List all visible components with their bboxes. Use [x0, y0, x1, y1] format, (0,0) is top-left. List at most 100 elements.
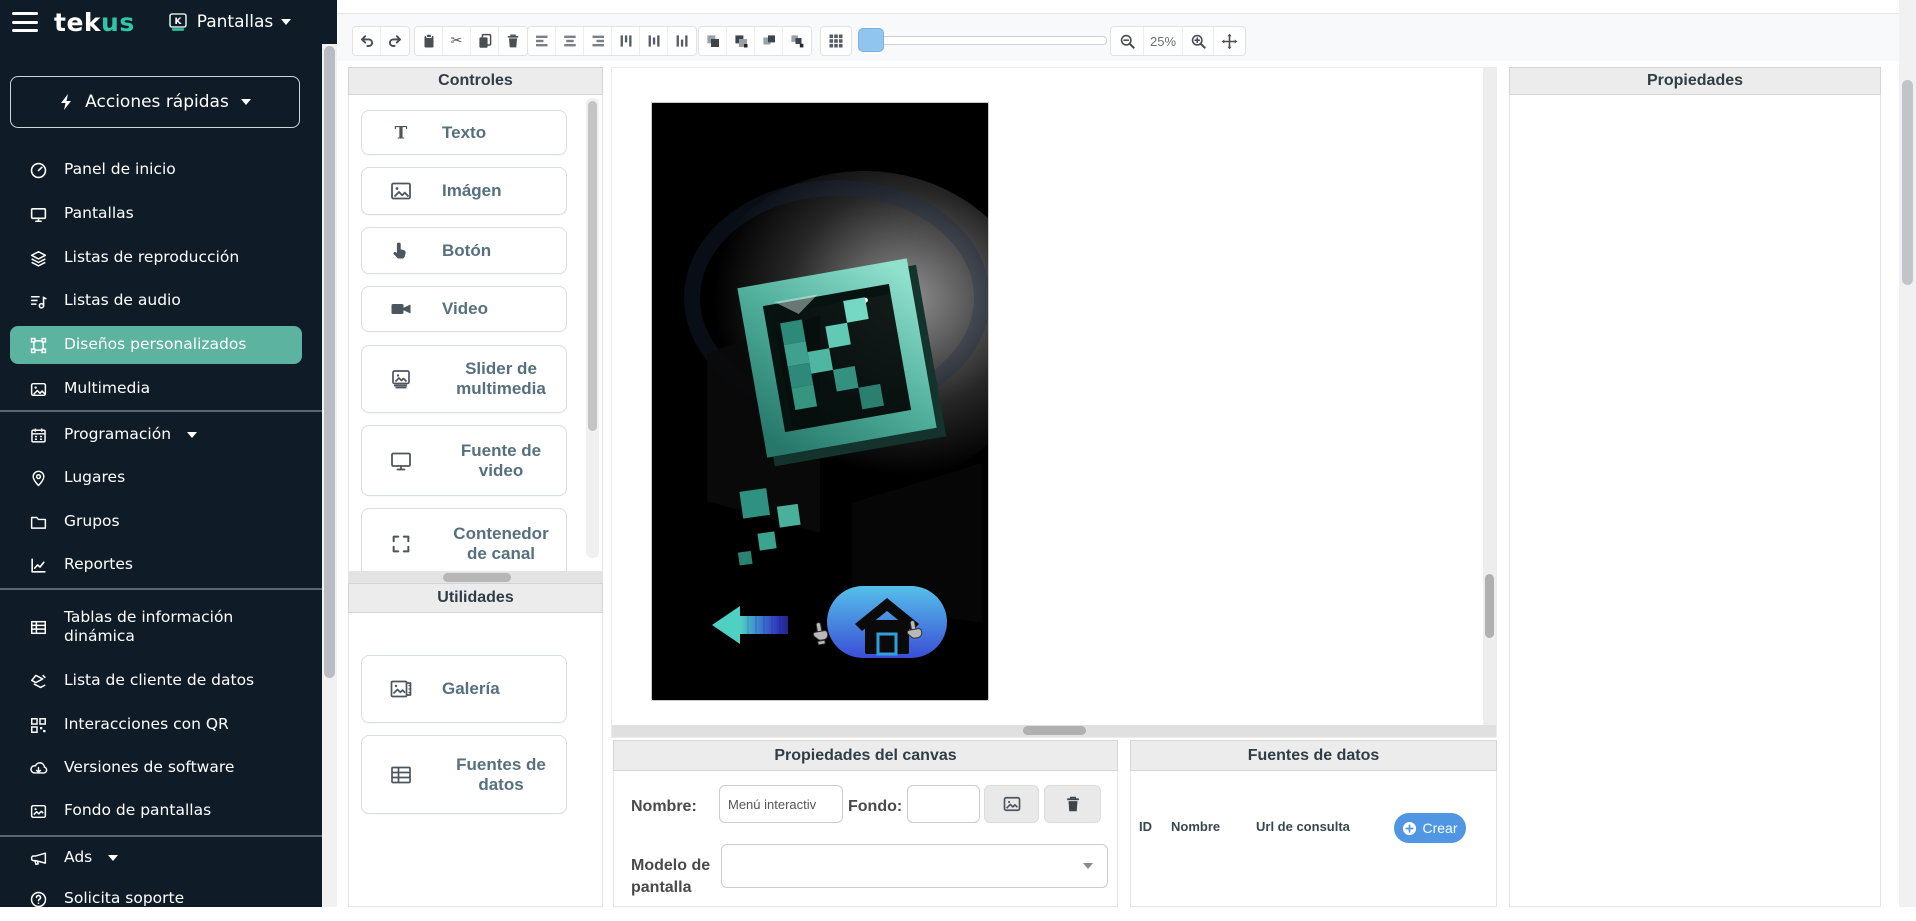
delete-background-button[interactable]: [1044, 785, 1101, 823]
name-input[interactable]: [719, 785, 843, 823]
utility-item-fuentes-datos[interactable]: Fuentes de datos: [361, 735, 567, 814]
sidebar-scrollbar[interactable]: [322, 44, 337, 907]
monitor-k-icon: K: [167, 12, 189, 32]
sidebar-item-programacion[interactable]: Programación: [10, 413, 302, 457]
delete-button[interactable]: [499, 27, 527, 55]
canvas-vscrollbar[interactable]: [1483, 68, 1496, 725]
align-center-button[interactable]: [556, 27, 584, 55]
sidebar-item-disenos-personalizados[interactable]: Diseños personalizados: [10, 326, 302, 364]
bring-forward-button[interactable]: [755, 27, 783, 55]
trash-icon: [1064, 794, 1082, 814]
zoom-out-icon: [1119, 33, 1136, 50]
spreadsheet-icon: [388, 763, 414, 787]
sidebar-item-listas-de-audio[interactable]: Listas de audio: [10, 279, 302, 323]
sidebar-divider: [0, 588, 322, 590]
grid-size-slider-thumb[interactable]: [858, 28, 884, 52]
data-sources-panel: Fuentes de datos ID Nombre Url de consul…: [1130, 740, 1497, 907]
pan-button[interactable]: [1214, 27, 1245, 55]
video-camera-icon: [388, 297, 414, 321]
bring-to-front-button[interactable]: [699, 27, 727, 55]
utility-item-galeria[interactable]: Galería: [361, 655, 567, 723]
redo-button[interactable]: [381, 27, 409, 55]
control-item-fuente-video[interactable]: Fuente de video: [361, 425, 567, 496]
align-middle-button[interactable]: [640, 27, 668, 55]
properties-panel: Propiedades: [1509, 67, 1881, 907]
chart-icon: [28, 555, 48, 575]
chevron-down-icon: [1083, 863, 1093, 869]
sidebar-item-listas-de-reproduccion[interactable]: Listas de reproducción: [10, 236, 302, 280]
control-item-video[interactable]: Video: [361, 286, 567, 332]
canvas-vscrollbar-thumb[interactable]: [1485, 574, 1494, 638]
home-button-element[interactable]: [827, 586, 947, 658]
window-scrollbar[interactable]: [1899, 0, 1916, 907]
sidebar-item-panel-de-inicio[interactable]: Panel de inicio: [10, 148, 302, 192]
canvas-hscrollbar[interactable]: [612, 725, 1496, 737]
k-logo-element: [750, 270, 932, 454]
copy-icon: [477, 33, 493, 49]
sidebar-item-fondo-pantallas[interactable]: Fondo de pantallas: [10, 789, 302, 833]
sidebar-item-reportes[interactable]: Reportes: [10, 543, 302, 587]
paste-icon: [421, 33, 437, 49]
hamburger-menu-icon[interactable]: [12, 12, 38, 32]
sidebar: Acciones rápidas Panel de inicio Pantall…: [0, 44, 322, 907]
align-left-button[interactable]: [528, 27, 556, 55]
grid-toggle-button[interactable]: [821, 27, 851, 55]
copy-button[interactable]: [471, 27, 499, 55]
controls-panel-header: Controles: [348, 67, 603, 95]
sidebar-item-grupos[interactable]: Grupos: [10, 500, 302, 544]
background-input[interactable]: [907, 785, 980, 823]
control-item-slider-multimedia[interactable]: Slider de multimedia: [361, 345, 567, 413]
zoom-out-button[interactable]: [1111, 27, 1144, 55]
controls-hscrollbar[interactable]: [348, 572, 603, 583]
design-canvas[interactable]: [651, 102, 989, 701]
controls-scrollbar-thumb[interactable]: [588, 101, 597, 431]
folder-icon: [28, 512, 48, 532]
context-switcher[interactable]: K Pantallas: [167, 12, 291, 32]
help-circle-icon: [28, 889, 48, 909]
canvas-hscrollbar-thumb[interactable]: [1023, 726, 1086, 735]
sidebar-item-versiones-software[interactable]: Versiones de software: [10, 746, 302, 790]
control-item-imagen[interactable]: Imágen: [361, 167, 567, 215]
align-right-button[interactable]: [584, 27, 612, 55]
send-backward-button[interactable]: [783, 27, 811, 55]
sidebar-item-pantallas[interactable]: Pantallas: [10, 192, 302, 236]
layer-order-group: [698, 26, 812, 56]
plus-circle-icon: [1402, 821, 1417, 836]
sidebar-item-ads[interactable]: Ads: [10, 836, 302, 880]
send-to-back-icon: [733, 33, 749, 49]
sidebar-item-lista-cliente-datos[interactable]: Lista de cliente de datos: [10, 659, 302, 703]
hand-pointer-icon: [388, 240, 414, 262]
window-scrollbar-thumb[interactable]: [1902, 80, 1913, 285]
align-bottom-button[interactable]: [668, 27, 696, 55]
text-icon: T: [388, 121, 414, 145]
controls-hscrollbar-thumb[interactable]: [443, 573, 511, 582]
table-icon: [28, 617, 48, 637]
sidebar-item-solicita-soporte[interactable]: Solicita soporte: [10, 877, 302, 921]
send-to-back-button[interactable]: [727, 27, 755, 55]
sidebar-scrollbar-thumb[interactable]: [324, 46, 335, 678]
screen-model-select[interactable]: [721, 844, 1108, 888]
zoom-in-button[interactable]: [1183, 27, 1214, 55]
zoom-level-label: 25%: [1144, 27, 1183, 55]
paste-button[interactable]: [415, 27, 443, 55]
design-canvas-area: [611, 67, 1497, 738]
cut-button[interactable]: ✂: [443, 27, 471, 55]
sidebar-item-lugares[interactable]: Lugares: [10, 456, 302, 500]
undo-button[interactable]: [353, 27, 381, 55]
sidebar-item-multimedia[interactable]: Multimedia: [10, 367, 302, 411]
controls-scrollbar[interactable]: [586, 98, 599, 558]
properties-panel-body: [1509, 95, 1881, 907]
column-nombre: Nombre: [1171, 819, 1220, 834]
background-image-button[interactable]: [984, 785, 1039, 823]
align-top-button[interactable]: [612, 27, 640, 55]
control-item-texto[interactable]: T Texto: [361, 110, 567, 155]
control-item-boton[interactable]: Botón: [361, 227, 567, 274]
create-data-source-button[interactable]: Crear: [1394, 813, 1466, 843]
sidebar-item-tablas-informacion-dinamica[interactable]: Tablas de información dinámica: [10, 596, 302, 658]
control-item-contenedor-canal[interactable]: Contenedor de canal: [361, 508, 567, 572]
grid-size-slider-track[interactable]: [858, 36, 1107, 45]
align-center-icon: [562, 33, 578, 49]
svg-text:K: K: [174, 17, 182, 27]
quick-actions-button[interactable]: Acciones rápidas: [10, 76, 300, 128]
sidebar-item-interacciones-qr[interactable]: Interacciones con QR: [10, 703, 302, 747]
